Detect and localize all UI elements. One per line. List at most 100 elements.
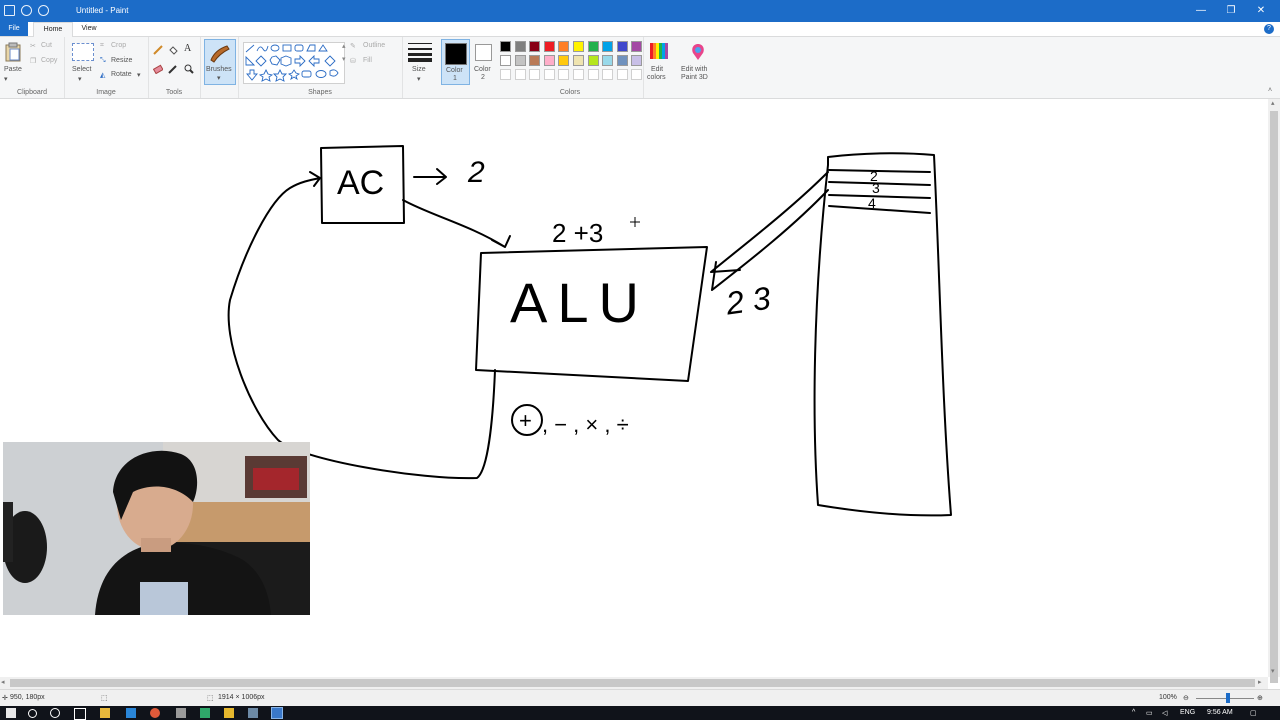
color-swatch[interactable] — [573, 69, 584, 80]
color-swatch[interactable] — [558, 55, 570, 66]
resize-button[interactable]: Resize — [111, 57, 132, 64]
horizontal-scroll-thumb[interactable] — [10, 679, 1255, 687]
color-swatch[interactable] — [500, 69, 511, 80]
color-swatch[interactable] — [543, 69, 555, 80]
fill-bucket-icon[interactable] — [168, 45, 178, 57]
app-icon-1[interactable] — [176, 708, 186, 718]
size-dropdown-icon[interactable]: ▾ — [417, 75, 421, 83]
color-swatch[interactable] — [587, 41, 599, 52]
paste-icon[interactable] — [5, 42, 21, 62]
select-button[interactable]: Select — [72, 66, 91, 73]
redo-icon[interactable] — [38, 5, 49, 16]
tab-home[interactable]: Home — [33, 22, 73, 37]
shapes-scroll-icon[interactable]: ▴ — [342, 42, 346, 50]
color-swatch[interactable] — [587, 55, 599, 66]
color-swatch[interactable] — [616, 69, 628, 80]
start-icon[interactable] — [6, 708, 16, 718]
crop-button[interactable]: Crop — [111, 42, 126, 49]
color-swatch[interactable] — [573, 41, 584, 52]
color-swatch[interactable] — [631, 69, 643, 80]
shapes-gallery[interactable] — [243, 42, 345, 84]
color-swatch[interactable] — [602, 41, 614, 52]
paste-button[interactable]: Paste — [4, 66, 22, 73]
color-swatch[interactable] — [558, 69, 570, 80]
color-swatch[interactable] — [558, 41, 570, 52]
color-swatch[interactable] — [529, 55, 541, 66]
pencil-icon[interactable] — [153, 45, 163, 57]
app-icon-2[interactable] — [200, 708, 210, 718]
select-dropdown-icon[interactable]: ▾ — [78, 75, 82, 83]
rotate-button[interactable]: Rotate — [111, 71, 132, 78]
color-swatch[interactable] — [514, 69, 526, 80]
paint-taskbar-icon[interactable] — [271, 707, 283, 719]
color-swatch[interactable] — [514, 55, 526, 66]
vertical-scroll-thumb[interactable] — [1270, 111, 1278, 683]
tab-file[interactable]: File — [0, 22, 28, 36]
color-swatch[interactable] — [587, 69, 599, 80]
color-swatch[interactable] — [529, 41, 541, 52]
color-swatch[interactable] — [529, 69, 541, 80]
color2-button[interactable]: Color 2 — [470, 39, 497, 83]
cut-button[interactable]: Cut — [41, 42, 52, 49]
rotate-dropdown-icon[interactable]: ▾ — [137, 71, 141, 79]
eraser-icon[interactable] — [152, 64, 164, 76]
help-icon[interactable]: ? — [1264, 24, 1274, 34]
close-button[interactable]: ✕ — [1246, 2, 1276, 20]
color-swatch[interactable] — [602, 55, 614, 66]
app-icon-3[interactable] — [224, 708, 234, 718]
color-swatch[interactable] — [500, 55, 511, 66]
maximize-button[interactable]: ❐ — [1216, 2, 1246, 20]
color-swatch[interactable] — [631, 41, 643, 52]
color-swatch[interactable] — [616, 55, 628, 66]
color1-button[interactable]: Color 1 — [441, 39, 470, 85]
color-swatch[interactable] — [602, 69, 614, 80]
vscode-icon[interactable] — [126, 708, 136, 718]
save-icon[interactable] — [4, 5, 15, 16]
language-indicator[interactable]: ENG — [1180, 709, 1195, 716]
app-icon-4[interactable] — [248, 708, 258, 718]
chrome-icon[interactable] — [150, 708, 160, 718]
color-swatch[interactable] — [500, 41, 511, 52]
vertical-scrollbar[interactable]: ▴ ▾ — [1268, 99, 1280, 683]
text-tool-icon[interactable]: A — [184, 43, 191, 54]
file-explorer-icon[interactable] — [100, 708, 110, 718]
scroll-up-icon[interactable]: ▴ — [1271, 99, 1275, 107]
paint3d-button[interactable]: Edit with Paint 3D — [678, 39, 716, 89]
clock[interactable]: 9:56 AM — [1207, 709, 1233, 716]
undo-icon[interactable] — [21, 5, 32, 16]
zoom-slider-thumb[interactable] — [1226, 693, 1230, 703]
color-swatch[interactable] — [616, 41, 628, 52]
horizontal-scrollbar[interactable]: ◂ ▸ — [0, 677, 1268, 689]
cortana-icon[interactable] — [50, 708, 60, 718]
magnifier-icon[interactable] — [184, 64, 194, 76]
zoom-in-icon[interactable]: ⊕ — [1257, 694, 1263, 702]
scroll-right-icon[interactable]: ▸ — [1258, 678, 1262, 686]
copy-button[interactable]: Copy — [41, 57, 57, 64]
zoom-out-icon[interactable]: ⊖ — [1183, 694, 1189, 702]
shapes-scroll-down-icon[interactable]: ▾ — [342, 55, 346, 63]
paste-dropdown-icon[interactable]: ▾ — [4, 75, 8, 83]
minimize-button[interactable]: — — [1186, 2, 1216, 20]
task-view-icon[interactable] — [74, 708, 86, 720]
collapse-ribbon-icon[interactable]: ˄ — [1268, 87, 1272, 94]
color-swatch[interactable] — [514, 41, 526, 52]
scroll-left-icon[interactable]: ◂ — [1, 678, 5, 686]
tray-chevron-icon[interactable]: ^ — [1132, 709, 1135, 716]
zoom-slider[interactable] — [1196, 698, 1254, 699]
edit-colors-button[interactable]: Edit colors — [645, 39, 673, 89]
color-swatch[interactable] — [573, 55, 584, 66]
color-swatch[interactable] — [543, 41, 555, 52]
color-swatch[interactable] — [631, 55, 643, 66]
tab-view[interactable]: View — [74, 22, 104, 36]
color-swatch[interactable] — [543, 55, 555, 66]
color-picker-icon[interactable] — [168, 64, 178, 76]
scroll-down-icon[interactable]: ▾ — [1271, 667, 1275, 675]
notification-icon[interactable]: ▢ — [1250, 709, 1257, 717]
brushes-button[interactable]: Brushes ▾ — [204, 39, 236, 85]
select-icon[interactable] — [72, 43, 94, 61]
volume-icon[interactable]: ◁ — [1162, 709, 1167, 717]
network-icon[interactable]: ▭ — [1146, 709, 1153, 717]
fill-button[interactable]: Fill — [363, 57, 372, 64]
search-icon[interactable] — [28, 709, 37, 718]
outline-button[interactable]: Outline — [363, 42, 385, 49]
